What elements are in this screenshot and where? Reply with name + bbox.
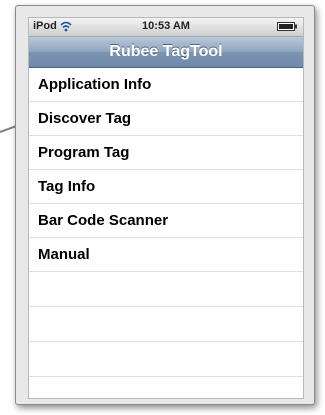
menu-item-label: Tag Info <box>38 178 96 195</box>
empty-list-row <box>29 342 303 377</box>
status-time: 10:53 AM <box>142 20 190 32</box>
menu-item-label: Discover Tag <box>38 110 132 127</box>
empty-list-row <box>29 272 303 307</box>
figure-canvas: iPod 10:53 AM Rubee TagTool Application … <box>0 0 325 415</box>
menu-item-label: Bar Code Scanner <box>38 212 169 229</box>
menu-list: Application Info Discover Tag Program Ta… <box>29 68 303 398</box>
menu-item-label: Program Tag <box>38 144 130 161</box>
menu-item-label: Application Info <box>38 76 152 93</box>
menu-item-program-tag[interactable]: Program Tag <box>29 136 303 170</box>
menu-item-bar-code-scanner[interactable]: Bar Code Scanner <box>29 204 303 238</box>
menu-item-manual[interactable]: Manual <box>29 238 303 272</box>
menu-item-tag-info[interactable]: Tag Info <box>29 170 303 204</box>
menu-item-application-info[interactable]: Application Info <box>29 68 303 102</box>
empty-list-row <box>29 377 303 398</box>
menu-item-label: Manual <box>38 246 90 263</box>
status-bar: iPod 10:53 AM <box>29 18 303 37</box>
app-screen: iPod 10:53 AM Rubee TagTool Application … <box>28 17 304 399</box>
menu-item-discover-tag[interactable]: Discover Tag <box>29 102 303 136</box>
empty-list-row <box>29 307 303 342</box>
navigation-bar: Rubee TagTool <box>29 37 303 68</box>
battery-icon <box>277 22 297 31</box>
nav-title: Rubee TagTool <box>109 43 223 60</box>
